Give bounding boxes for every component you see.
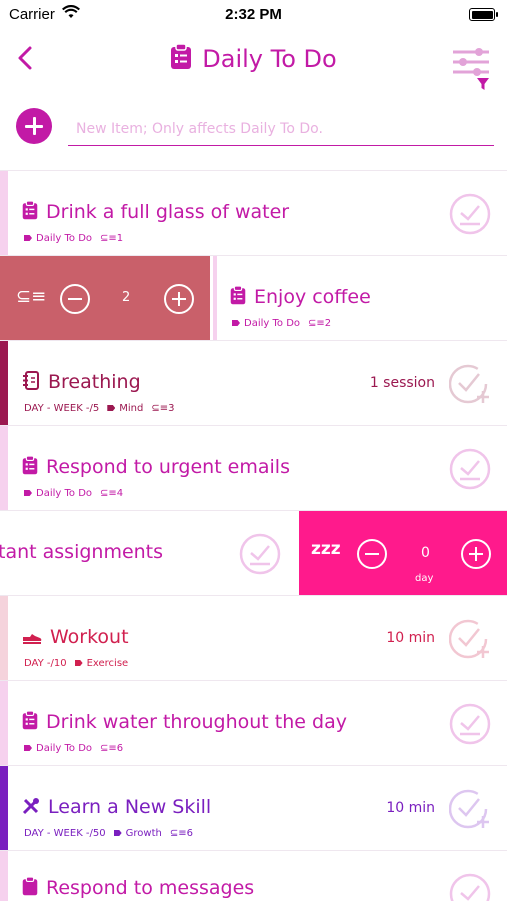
status-bar: Carrier 2:32 PM (0, 0, 507, 30)
item-title: Enjoy coffee (230, 285, 371, 308)
item-meta: Daily To Do ⊆≡2 (232, 318, 347, 329)
row-color-bar (0, 426, 8, 511)
reorder-stepper: ⊆≡ 2 (0, 256, 210, 341)
item-meta: Daily To Do ⊆≡1 (24, 233, 139, 244)
row-color-bar (0, 766, 8, 851)
item-meta: Daily To Do ⊆≡4 (24, 488, 139, 499)
item-title: Respond to urgent emails (22, 455, 290, 478)
order-label: ⊆≡6 (100, 743, 124, 754)
increment-button[interactable] (164, 284, 194, 314)
list-item[interactable]: ⊆≡ 2 Enjoy coffee Daily To Do ⊆≡2 (0, 255, 507, 341)
battery-icon (469, 8, 498, 21)
order-icon: ⊆≡ (16, 286, 47, 307)
filter-sliders-icon[interactable] (451, 42, 491, 94)
item-meta: DAY -/10 Exercise (24, 658, 136, 669)
clock: 2:32 PM (225, 6, 282, 23)
new-item-input[interactable] (68, 112, 494, 146)
goal-label: 10 min (386, 800, 435, 816)
snooze-stepper: zzz 0 day (299, 511, 507, 596)
item-title: Drink a full glass of water (22, 200, 289, 223)
item-meta: Daily To Do ⊆≡6 (24, 743, 139, 754)
tag-label: Growth (114, 828, 162, 839)
row-color-bar (0, 341, 8, 426)
item-title: Drink water throughout the day (22, 710, 347, 733)
order-label: ⊆≡1 (100, 233, 124, 244)
complete-check-icon[interactable] (449, 448, 491, 490)
list-item[interactable]: Workout DAY -/10 Exercise 10 min (0, 595, 507, 681)
stepper-value: 2 (122, 290, 131, 305)
complete-check-icon[interactable] (449, 193, 491, 235)
item-title: Respond to messages (22, 876, 254, 899)
tag-label: Daily To Do (24, 743, 92, 754)
order-label: ⊆≡2 (308, 318, 332, 329)
complete-check-icon[interactable] (239, 533, 281, 575)
nav-header: Daily To Do (0, 36, 507, 92)
clipboard-icon (230, 285, 246, 305)
row-color-bar (0, 851, 8, 901)
list-item[interactable]: Breathing DAY - WEEK -/5 Mind ⊆≡3 1 sessio… (0, 340, 507, 426)
clipboard-icon (22, 710, 38, 730)
list-item[interactable]: Learn a New Skill DAY - WEEK -/50 Growth ⊆… (0, 765, 507, 851)
order-label: ⊆≡4 (100, 488, 124, 499)
goal-label: 1 session (369, 375, 435, 391)
complete-check-icon[interactable] (449, 703, 491, 745)
order-label: ⊆≡6 (169, 828, 193, 839)
tag-label: Daily To Do (24, 488, 92, 499)
list-item[interactable]: Respond to urgent emails Daily To Do ⊆≡4 (0, 425, 507, 511)
goal-label: 10 min (386, 630, 435, 646)
tag-label: Exercise (75, 658, 129, 669)
snooze-increment-button[interactable] (461, 539, 491, 569)
page-title: Daily To Do (0, 43, 507, 73)
row-color-bar (0, 681, 8, 766)
item-meta: DAY - WEEK -/5 Mind ⊆≡3 (24, 403, 191, 414)
title-text: Daily To Do (202, 45, 337, 73)
tag-label: Daily To Do (24, 233, 92, 244)
new-item-row (0, 108, 507, 148)
complete-check-icon[interactable] (449, 873, 491, 901)
tools-icon (22, 798, 39, 815)
shoe-icon (23, 634, 42, 644)
row-color-bar (0, 596, 8, 681)
item-title: Breathing (22, 371, 141, 393)
clipboard-icon (171, 43, 192, 69)
item-meta: DAY - WEEK -/50 Growth ⊆≡6 (24, 828, 209, 839)
list-item[interactable]: Drink water throughout the day Daily To … (0, 680, 507, 766)
add-progress-icon[interactable] (449, 788, 491, 830)
frequency-label: DAY - WEEK -/5 (24, 403, 100, 414)
snooze-decrement-button[interactable] (357, 539, 387, 569)
notebook-icon (23, 371, 39, 390)
clipboard-icon (22, 200, 38, 220)
snooze-icon: zzz (311, 539, 341, 559)
list-item[interactable]: Respond to messages (0, 850, 507, 901)
tag-label: Daily To Do (232, 318, 300, 329)
add-progress-icon[interactable] (449, 363, 491, 405)
snooze-value: 0 (421, 545, 430, 561)
row-color-bar (0, 171, 8, 256)
decrement-button[interactable] (60, 284, 90, 314)
tag-label: Mind (107, 403, 143, 414)
item-title: Learn a New Skill (22, 796, 211, 818)
item-title: tant assignments (0, 541, 164, 563)
order-label: ⊆≡3 (151, 403, 175, 414)
list-item[interactable]: tant assignments zzz 0 day (0, 510, 507, 596)
add-progress-icon[interactable] (449, 618, 491, 660)
list-item[interactable]: Drink a full glass of water Daily To Do ⊆… (0, 170, 507, 256)
clipboard-icon (22, 876, 38, 896)
frequency-label: DAY - WEEK -/50 (24, 828, 106, 839)
add-item-button[interactable] (16, 108, 52, 144)
snooze-unit: day (415, 573, 434, 584)
clipboard-icon (22, 455, 38, 475)
item-title: Workout (22, 626, 129, 648)
frequency-label: DAY -/10 (24, 658, 67, 669)
row-color-bar (213, 256, 217, 341)
